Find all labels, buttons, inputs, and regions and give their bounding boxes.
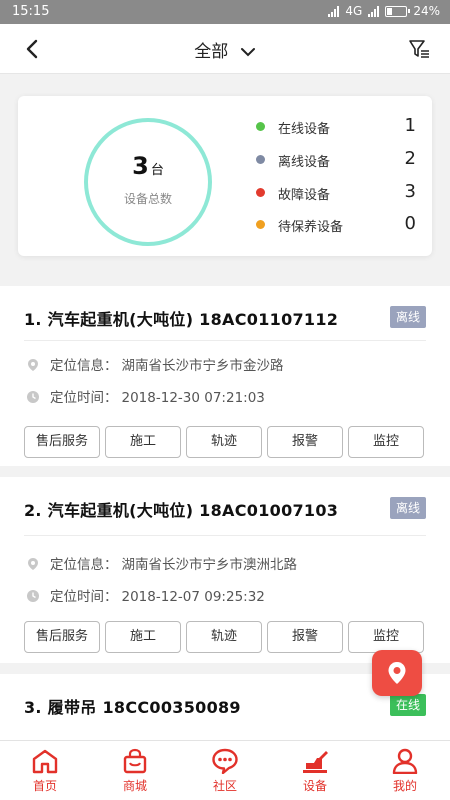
time-row: 定位时间： 2018-12-07 09:25:32 — [26, 585, 265, 605]
clock-icon — [27, 391, 39, 403]
clock-icon — [27, 590, 39, 602]
time-row: 定位时间： 2018-12-30 07:21:03 — [26, 386, 265, 406]
time-value: 2018-12-07 09:25:32 — [121, 589, 265, 605]
tab-home[interactable]: 首页 — [0, 741, 90, 800]
construction-button[interactable]: 施工 — [105, 426, 181, 458]
track-button[interactable]: 轨迹 — [186, 621, 262, 653]
tab-devices[interactable]: 设备 — [270, 741, 360, 800]
stat-online[interactable]: 在线设备 1 — [256, 115, 416, 139]
online-dot-icon — [256, 122, 265, 131]
stat-label: 在线设备 — [278, 122, 331, 137]
stat-maintenance[interactable]: 待保养设备 0 — [256, 213, 416, 237]
stat-label: 待保养设备 — [278, 220, 344, 235]
chat-bubble-icon — [212, 748, 238, 774]
device-card[interactable]: 1. 汽车起重机(大吨位) 18AC01107112 离线 定位信息： 湖南省长沙… — [0, 286, 450, 466]
tab-label: 首页 — [32, 779, 57, 793]
device-title: 2. 汽车起重机(大吨位) 18AC01007103 — [24, 501, 339, 520]
location-value: 湖南省长沙市宁乡市金沙路 — [121, 358, 284, 374]
time-label: 定位时间： — [50, 589, 118, 605]
bottom-tab-bar: 首页 商城 社区 设备 我的 — [0, 740, 450, 800]
stat-fault[interactable]: 故障设备 3 — [256, 181, 416, 205]
home-icon — [32, 749, 58, 774]
location-value: 湖南省长沙市宁乡市澳洲北路 — [121, 557, 298, 573]
tab-shop[interactable]: 商城 — [90, 741, 180, 800]
device-title: 1. 汽车起重机(大吨位) 18AC01107112 — [24, 310, 339, 329]
divider — [24, 340, 426, 341]
page-title: 全部 — [194, 42, 229, 62]
tab-label: 我的 — [392, 779, 417, 793]
status-badge: 离线 — [389, 497, 426, 519]
stat-value: 1 — [404, 115, 416, 136]
status-badge: 离线 — [389, 306, 426, 328]
construction-button[interactable]: 施工 — [105, 621, 181, 653]
stat-label: 离线设备 — [278, 155, 331, 170]
location-label: 定位信息： — [50, 557, 118, 573]
user-icon — [392, 748, 418, 774]
status-bar: 15:15 4G 24% — [0, 0, 450, 24]
battery-percent: 24% — [413, 4, 440, 18]
device-summary-card: 3台 设备总数 在线设备 1 离线设备 2 故障设备 3 待保养设备 0 — [18, 96, 432, 256]
location-pin-icon — [28, 359, 38, 371]
tab-label: 设备 — [302, 779, 327, 793]
battery-icon — [385, 5, 411, 17]
location-row: 定位信息： 湖南省长沙市宁乡市金沙路 — [26, 354, 284, 374]
offline-dot-icon — [256, 155, 265, 164]
alarm-button[interactable]: 报警 — [267, 621, 343, 653]
location-row: 定位信息： 湖南省长沙市宁乡市澳洲北路 — [26, 553, 297, 573]
tab-community[interactable]: 社区 — [180, 741, 270, 800]
status-badge: 在线 — [389, 694, 426, 716]
location-label: 定位信息： — [50, 358, 118, 374]
location-pin-icon — [388, 662, 406, 684]
stat-offline[interactable]: 离线设备 2 — [256, 148, 416, 172]
after-sales-button[interactable]: 售后服务 — [24, 426, 100, 458]
stat-value: 2 — [404, 148, 416, 169]
map-location-button[interactable] — [372, 650, 422, 696]
stat-value: 0 — [404, 213, 416, 234]
total-device-unit: 台 — [150, 163, 164, 178]
action-buttons: 售后服务 施工 轨迹 报警 监控 — [24, 621, 424, 653]
stat-label: 故障设备 — [278, 188, 331, 203]
tab-mine[interactable]: 我的 — [360, 741, 450, 800]
tab-label: 商城 — [122, 779, 147, 793]
total-devices-ring: 3台 设备总数 — [84, 118, 212, 246]
after-sales-button[interactable]: 售后服务 — [24, 621, 100, 653]
crane-icon — [303, 751, 328, 773]
time-value: 2018-12-30 07:21:03 — [121, 390, 265, 406]
device-title: 3. 履带吊 18CC00350089 — [24, 698, 241, 717]
monitor-button[interactable]: 监控 — [348, 621, 424, 653]
total-device-caption: 设备总数 — [123, 192, 172, 206]
monitor-button[interactable]: 监控 — [348, 426, 424, 458]
time-label: 定位时间： — [50, 390, 118, 406]
total-device-count: 3 — [132, 152, 149, 180]
top-nav-bar: 全部 — [0, 24, 450, 74]
track-button[interactable]: 轨迹 — [186, 426, 262, 458]
signal-icon-2 — [368, 5, 380, 17]
chevron-down-icon — [240, 48, 255, 57]
network-type: 4G — [345, 4, 363, 18]
tab-label: 社区 — [212, 779, 237, 793]
action-buttons: 售后服务 施工 轨迹 报警 监控 — [24, 426, 424, 458]
filter-icon[interactable] — [408, 39, 430, 59]
signal-icon — [328, 5, 340, 17]
maintenance-dot-icon — [256, 220, 265, 229]
status-time: 15:15 — [12, 4, 50, 19]
shop-bag-icon — [123, 748, 147, 774]
fault-dot-icon — [256, 188, 265, 197]
device-card[interactable]: 2. 汽车起重机(大吨位) 18AC01007103 离线 定位信息： 湖南省长沙… — [0, 477, 450, 663]
location-pin-icon — [28, 558, 38, 570]
stat-value: 3 — [404, 181, 416, 202]
device-filter-dropdown[interactable]: 全部 — [0, 37, 450, 62]
divider — [24, 535, 426, 536]
alarm-button[interactable]: 报警 — [267, 426, 343, 458]
